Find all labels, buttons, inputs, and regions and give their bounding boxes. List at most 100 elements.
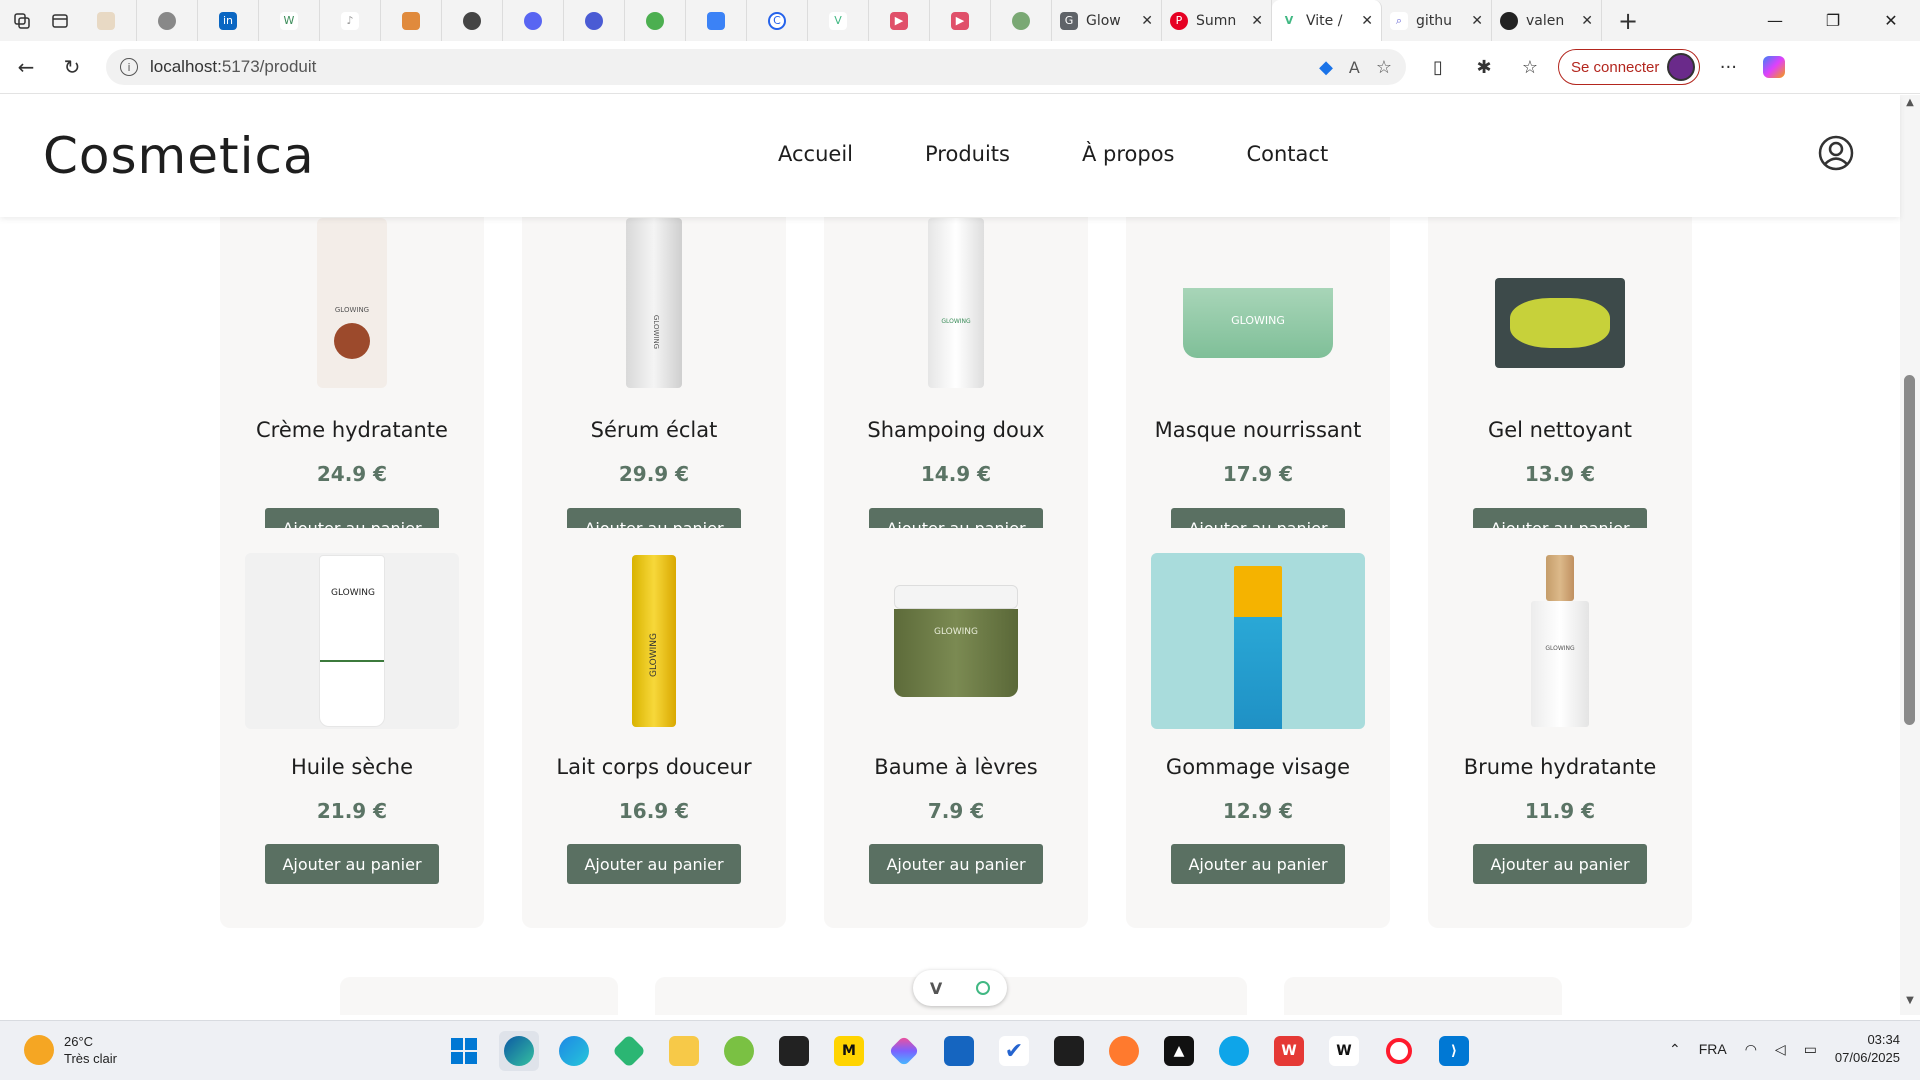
language-indicator[interactable]: FRA — [1699, 1041, 1727, 1057]
sign-in-button[interactable]: Se connecter — [1558, 49, 1701, 85]
close-icon[interactable]: ✕ — [1251, 13, 1263, 29]
restore-button[interactable]: ❐ — [1804, 0, 1862, 41]
app-icon[interactable] — [774, 1031, 814, 1071]
product-card: GLOWING Brume hydratante 11.9 € Ajouter … — [1428, 528, 1692, 928]
file-explorer-icon[interactable] — [664, 1031, 704, 1071]
app-icon[interactable] — [1214, 1031, 1254, 1071]
close-window-button[interactable]: ✕ — [1862, 0, 1920, 41]
battery-icon[interactable]: ▭ — [1804, 1041, 1817, 1058]
product-card: GLOWING Crème hydratante 24.9 € Ajouter … — [220, 185, 484, 585]
close-icon[interactable]: ✕ — [1581, 13, 1593, 29]
tab-3[interactable]: ⌕ githu ✕ — [1382, 0, 1492, 41]
scroll-thumb[interactable] — [1904, 375, 1915, 725]
add-to-cart-button[interactable]: Ajouter au panier — [265, 844, 439, 884]
pinned-tab[interactable]: C — [747, 0, 808, 41]
clock[interactable]: 03:34 07/06/2025 — [1835, 1031, 1900, 1067]
figma-icon[interactable] — [1049, 1031, 1089, 1071]
extensions-icon[interactable]: ✱ — [1466, 49, 1502, 85]
volume-icon[interactable]: ◁ — [1775, 1041, 1786, 1058]
scroll-down-icon[interactable]: ▼ — [1904, 995, 1916, 1007]
workspaces-icon[interactable] — [6, 5, 38, 37]
url-text[interactable]: localhost:5173/produit — [150, 57, 1307, 77]
edge-dev-icon[interactable] — [554, 1031, 594, 1071]
favorite-star-icon[interactable]: ☆ — [1376, 57, 1392, 78]
vue-icon[interactable]: V — [930, 979, 942, 998]
app-icon[interactable]: ▲ — [1159, 1031, 1199, 1071]
app-icon[interactable] — [609, 1031, 649, 1071]
vscode-icon[interactable]: ⟩ — [1434, 1031, 1474, 1071]
close-icon[interactable]: ✕ — [1471, 13, 1483, 29]
site-logo[interactable]: Cosmetica — [43, 127, 315, 185]
whiteboard-icon[interactable] — [939, 1031, 979, 1071]
page-scrollbar[interactable]: ▲ ▼ — [1900, 95, 1920, 1015]
pinned-tab[interactable]: ▶ — [930, 0, 991, 41]
add-to-cart-button[interactable]: Ajouter au panier — [1473, 844, 1647, 884]
app-icon[interactable]: M — [829, 1031, 869, 1071]
pinned-tab[interactable] — [991, 0, 1052, 41]
read-aloud-icon[interactable]: A — [1349, 58, 1360, 77]
split-screen-icon[interactable]: ▯ — [1420, 49, 1456, 85]
pinned-tab[interactable] — [137, 0, 198, 41]
info-icon[interactable]: i — [120, 58, 138, 76]
pinned-tab[interactable] — [686, 0, 747, 41]
new-tab-button[interactable]: + — [1610, 3, 1646, 39]
scroll-up-icon[interactable]: ▲ — [1904, 97, 1916, 109]
nav-link-contact[interactable]: Contact — [1246, 142, 1328, 166]
wifi-icon[interactable]: ◠ — [1745, 1041, 1757, 1058]
add-to-cart-button[interactable]: Ajouter au panier — [869, 844, 1043, 884]
refresh-icon[interactable]: ↻ — [52, 47, 92, 87]
pinned-tab[interactable]: V — [808, 0, 869, 41]
product-brand-label: GLOWING — [652, 314, 660, 350]
product-card: GLOWING Sérum éclat 29.9 € Ajouter au pa… — [522, 185, 786, 585]
back-icon[interactable]: ← — [6, 47, 46, 87]
coupon-tag-icon[interactable]: ◆ — [1319, 57, 1333, 78]
more-menu-icon[interactable]: ··· — [1710, 49, 1746, 85]
user-account-icon[interactable] — [1818, 135, 1854, 171]
tab-actions-icon[interactable] — [44, 5, 76, 37]
app-icon — [158, 11, 176, 30]
pinned-tab[interactable] — [442, 0, 503, 41]
tab-0[interactable]: G Glow ✕ — [1052, 0, 1162, 41]
app-icon[interactable]: W — [1269, 1031, 1309, 1071]
minimize-button[interactable]: — — [1746, 0, 1804, 41]
add-to-cart-button[interactable]: Ajouter au panier — [1171, 844, 1345, 884]
product-image: GLOWING — [849, 553, 1063, 729]
edge-icon[interactable] — [499, 1031, 539, 1071]
address-bar[interactable]: i localhost:5173/produit ◆ A ☆ — [106, 49, 1406, 85]
tab-1[interactable]: P Sumn ✕ — [1162, 0, 1272, 41]
todo-icon[interactable]: ✔ — [994, 1031, 1034, 1071]
pinned-tab[interactable]: ▶ — [869, 0, 930, 41]
close-icon[interactable]: ✕ — [1141, 13, 1153, 29]
pinned-tab[interactable]: W — [259, 0, 320, 41]
pinned-tab[interactable] — [76, 0, 137, 41]
pinned-tab[interactable]: in — [198, 0, 259, 41]
tab-2[interactable]: V Vite / ✕ — [1272, 0, 1382, 41]
url-host: localhost: — [150, 57, 222, 76]
favorites-icon[interactable]: ☆ — [1512, 49, 1548, 85]
windows-taskbar: 26°C Très clair M ✔ ▲ W W ⟩ ⌃ FRA ◠ ◁ ▭ … — [0, 1020, 1920, 1080]
opera-icon[interactable] — [1379, 1031, 1419, 1071]
start-icon[interactable] — [444, 1031, 484, 1071]
vue-devtools-bar[interactable]: V — [913, 970, 1007, 1006]
tab-4[interactable]: valen ✕ — [1492, 0, 1602, 41]
product-image: GLOWING — [547, 553, 761, 729]
app-icon[interactable] — [719, 1031, 759, 1071]
nav-link-a-propos[interactable]: À propos — [1082, 142, 1175, 166]
copilot-icon[interactable] — [1756, 49, 1792, 85]
weather-widget[interactable]: 26°C Très clair — [24, 1033, 117, 1067]
add-to-cart-button[interactable]: Ajouter au panier — [567, 844, 741, 884]
app-icon[interactable]: W — [1324, 1031, 1364, 1071]
app-icon[interactable] — [884, 1031, 924, 1071]
pinned-tab[interactable] — [381, 0, 442, 41]
target-icon[interactable] — [976, 981, 991, 995]
pinned-tab[interactable] — [625, 0, 686, 41]
nav-link-produits[interactable]: Produits — [925, 142, 1010, 166]
pinned-tab[interactable] — [564, 0, 625, 41]
weather-description: Très clair — [64, 1051, 117, 1066]
close-icon[interactable]: ✕ — [1361, 13, 1373, 29]
chevron-up-icon[interactable]: ⌃ — [1669, 1041, 1681, 1058]
pinned-tab[interactable]: ♪ — [320, 0, 381, 41]
pinned-tab[interactable] — [503, 0, 564, 41]
nav-link-accueil[interactable]: Accueil — [778, 142, 853, 166]
app-icon[interactable] — [1104, 1031, 1144, 1071]
